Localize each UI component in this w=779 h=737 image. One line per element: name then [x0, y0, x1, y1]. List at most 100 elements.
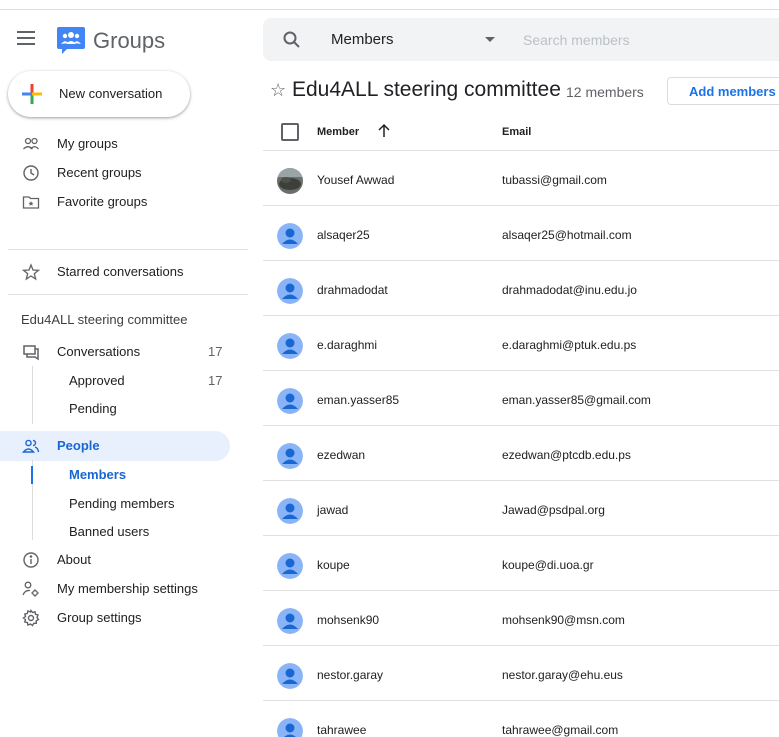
- table-row[interactable]: Yousef Awwad tubassi@gmail.com: [263, 151, 779, 206]
- member-email: drahmadodat@inu.edu.jo: [502, 283, 637, 297]
- member-name: tahrawee: [317, 723, 367, 737]
- sidebar-item-label: About: [57, 552, 91, 567]
- select-all-checkbox[interactable]: [281, 123, 299, 141]
- table-header: Member Email: [263, 115, 779, 151]
- avatar: [277, 168, 303, 194]
- sidebar-item-label: Members: [69, 467, 127, 482]
- sidebar-item-label: Approved: [69, 373, 125, 388]
- avatar: [277, 223, 303, 249]
- sidebar-item-label: Conversations: [57, 344, 141, 359]
- member-email: ezedwan@ptcdb.edu.ps: [502, 448, 631, 462]
- avatar: [277, 608, 303, 634]
- table-row[interactable]: koupe koupe@di.uoa.gr: [263, 536, 779, 591]
- member-name: drahmadodat: [317, 283, 388, 297]
- sidebar-item-favorite-groups[interactable]: Favorite groups: [0, 190, 250, 214]
- groups-logo-icon: [57, 27, 85, 54]
- approved-count: 17: [208, 373, 223, 388]
- table-row[interactable]: jawad Jawad@psdpal.org: [263, 481, 779, 536]
- member-email: eman.yasser85@gmail.com: [502, 393, 651, 407]
- search-icon[interactable]: [282, 30, 302, 50]
- member-email: mohsenk90@msn.com: [502, 613, 625, 627]
- person-settings-icon: [22, 581, 39, 597]
- people-icon: [22, 439, 40, 453]
- table-row[interactable]: drahmadodat drahmadodat@inu.edu.jo: [263, 261, 779, 316]
- star-icon[interactable]: ☆: [270, 80, 286, 101]
- sidebar-item-label: Starred conversations: [57, 264, 184, 279]
- member-count: 12 members: [566, 84, 644, 100]
- new-conversation-button[interactable]: New conversation: [8, 71, 190, 117]
- member-name: nestor.garay: [317, 668, 384, 682]
- column-header-email[interactable]: Email: [502, 126, 531, 138]
- member-email: koupe@di.uoa.gr: [502, 558, 594, 572]
- sidebar: Groups New conversation My groups Recent…: [0, 10, 250, 737]
- sidebar-item-group-settings[interactable]: Group settings: [0, 606, 250, 630]
- avatar: [277, 498, 303, 524]
- sidebar-item-about[interactable]: About: [0, 548, 250, 572]
- info-icon: [23, 552, 39, 568]
- table-row[interactable]: nestor.garay nestor.garay@ehu.eus: [263, 646, 779, 701]
- my-groups-icon: [23, 137, 39, 150]
- sidebar-item-label: My membership settings: [57, 581, 198, 596]
- sidebar-item-starred[interactable]: Starred conversations: [0, 260, 250, 284]
- sidebar-item-label: Pending members: [69, 496, 175, 511]
- gear-icon: [22, 609, 40, 627]
- member-email: nestor.garay@ehu.eus: [502, 668, 623, 682]
- member-email: tubassi@gmail.com: [502, 173, 607, 187]
- sidebar-item-conversations[interactable]: Conversations 17: [0, 340, 250, 364]
- chevron-down-icon[interactable]: [485, 37, 495, 42]
- sidebar-item-label: Banned users: [69, 524, 150, 539]
- sidebar-item-membership-settings[interactable]: My membership settings: [0, 577, 250, 601]
- member-name: mohsenk90: [317, 613, 380, 627]
- member-email: e.daraghmi@ptuk.edu.ps: [502, 338, 637, 352]
- avatar: [277, 663, 303, 689]
- app-title[interactable]: Groups: [93, 28, 165, 54]
- sidebar-item-people[interactable]: People: [0, 434, 250, 458]
- conversations-icon: [23, 345, 39, 361]
- search-bar[interactable]: Members Search members: [263, 18, 779, 61]
- sidebar-item-recent-groups[interactable]: Recent groups: [0, 161, 250, 185]
- star-outline-icon: [22, 263, 40, 281]
- conversations-count: 17: [208, 344, 223, 359]
- arrow-up-icon[interactable]: [376, 123, 392, 139]
- sidebar-item-label: Pending: [69, 401, 117, 416]
- column-header-member[interactable]: Member: [317, 126, 359, 138]
- table-row[interactable]: alsaqer25 alsaqer25@hotmail.com: [263, 206, 779, 261]
- avatar: [277, 443, 303, 469]
- member-email: alsaqer25@hotmail.com: [502, 228, 632, 242]
- sidebar-item-approved[interactable]: Approved 17: [0, 369, 250, 393]
- sidebar-item-label: Group settings: [57, 610, 142, 625]
- star-folder-icon: [22, 196, 40, 209]
- table-row[interactable]: e.daraghmi e.daraghmi@ptuk.edu.ps: [263, 316, 779, 371]
- sidebar-divider: [8, 249, 248, 250]
- add-members-button[interactable]: Add members: [667, 77, 779, 105]
- table-row[interactable]: eman.yasser85 eman.yasser85@gmail.com: [263, 371, 779, 426]
- sidebar-item-members[interactable]: Members: [0, 463, 250, 487]
- menu-icon[interactable]: [17, 31, 39, 49]
- sidebar-item-pending[interactable]: Pending: [0, 397, 250, 421]
- member-name: ezedwan: [317, 448, 366, 462]
- page-title: Edu4ALL steering committee: [292, 78, 561, 101]
- sidebar-item-label: My groups: [57, 136, 118, 151]
- table-row[interactable]: ezedwan ezedwan@ptcdb.edu.ps: [263, 426, 779, 481]
- sidebar-divider: [8, 294, 248, 295]
- avatar: [277, 333, 303, 359]
- member-email: tahrawee@gmail.com: [502, 723, 619, 737]
- clock-icon: [23, 165, 39, 181]
- table-row[interactable]: mohsenk90 mohsenk90@msn.com: [263, 591, 779, 646]
- plus-icon: [22, 84, 42, 104]
- sidebar-item-pending-members[interactable]: Pending members: [0, 492, 250, 516]
- sidebar-item-banned-users[interactable]: Banned users: [0, 520, 250, 544]
- member-name: jawad: [317, 503, 349, 517]
- search-scope-select[interactable]: Members: [331, 31, 394, 48]
- search-input[interactable]: Search members: [523, 32, 630, 48]
- sidebar-item-label: Favorite groups: [57, 194, 148, 209]
- member-name: e.daraghmi: [317, 338, 378, 352]
- new-conversation-label: New conversation: [59, 86, 163, 101]
- member-name: eman.yasser85: [317, 393, 400, 407]
- avatar: [277, 553, 303, 579]
- avatar: [277, 718, 303, 737]
- member-name: alsaqer25: [317, 228, 370, 242]
- sidebar-item-my-groups[interactable]: My groups: [0, 132, 250, 156]
- table-row[interactable]: tahrawee tahrawee@gmail.com: [263, 701, 779, 737]
- member-name: koupe: [317, 558, 350, 572]
